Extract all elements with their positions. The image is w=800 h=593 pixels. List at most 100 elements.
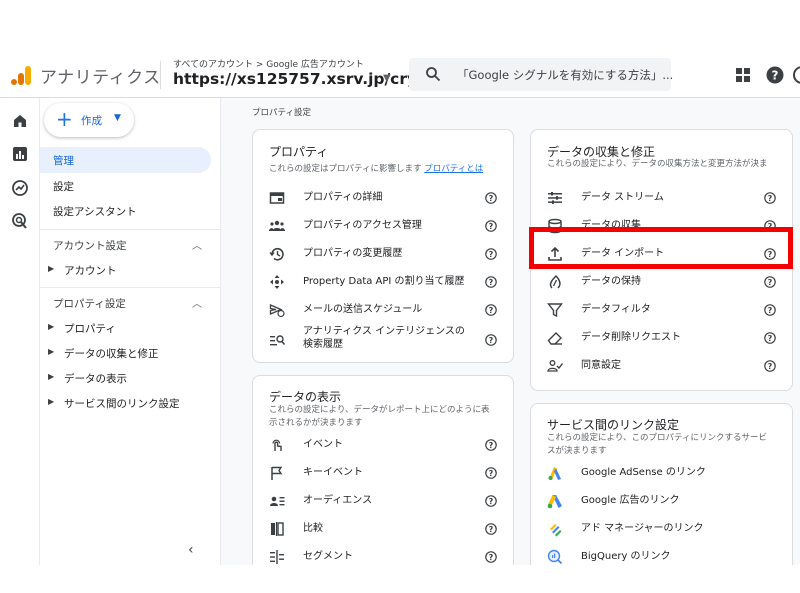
collapse-sidebar-icon[interactable]: ‹: [188, 542, 194, 558]
svg-text:?: ?: [489, 336, 494, 345]
sidebar-item-data-display[interactable]: ▶ データの表示: [40, 368, 221, 390]
intelligence-search-history-row[interactable]: アナリティクス インテリジェンスの 検索履歴 ?: [253, 324, 513, 356]
search-icon: [425, 66, 441, 82]
sidebar-item-product-links[interactable]: ▶ サービス間のリンク設定: [40, 393, 221, 415]
svg-text:?: ?: [489, 469, 494, 478]
eraser-icon: [547, 330, 563, 346]
help-icon[interactable]: ?: [485, 439, 497, 451]
scheduled-send-icon: [269, 302, 285, 318]
property-selector[interactable]: https://xs125757.xsrv.jp/cryp...: [173, 70, 446, 88]
search-list-icon: [269, 332, 285, 348]
sidebar-item-admin[interactable]: 管理: [40, 147, 211, 173]
scheduled-emails-row[interactable]: メールの送信スケジュール ?: [253, 296, 513, 324]
help-icon[interactable]: ?: [764, 304, 776, 316]
property-access-row[interactable]: プロパティのアクセス管理 ?: [253, 212, 513, 240]
analytics-logo[interactable]: [10, 64, 32, 86]
card-description: これらの設定により、データがレポート上にどのように表 示されるかが決まります: [269, 405, 490, 428]
data-filters-row[interactable]: データフィルタ ?: [531, 296, 792, 324]
apps-grid-icon[interactable]: [733, 65, 753, 85]
data-display-card: データの表示 これらの設定により、データがレポート上にどのように表 示されるかが決…: [252, 375, 514, 565]
what-is-property-link[interactable]: プロパティとは: [424, 164, 483, 174]
bigquery-logo-icon: [547, 549, 563, 565]
help-icon[interactable]: ?: [485, 551, 497, 563]
sidebar-item-setup-assistant[interactable]: 設定アシスタント: [40, 198, 211, 224]
more-icon[interactable]: [792, 65, 800, 85]
home-icon[interactable]: [11, 112, 29, 130]
segments-row[interactable]: セグメント ?: [253, 543, 513, 565]
sidebar-item-data-collection[interactable]: ▶ データの収集と修正: [40, 343, 221, 365]
help-icon[interactable]: ?: [764, 276, 776, 288]
card-title: サービス間のリンク設定: [547, 418, 680, 432]
property-details-icon: [269, 190, 285, 206]
audience-icon: [269, 493, 285, 509]
filter-icon: [547, 302, 563, 318]
card-description: これらの設定により、データの収集方法と変更方法が決ま: [547, 159, 768, 169]
group-icon: [269, 218, 285, 234]
highlight-box: [529, 227, 793, 269]
change-history-row[interactable]: プロパティの変更履歴 ?: [253, 240, 513, 268]
help-icon[interactable]: ?: [764, 192, 776, 204]
adsense-links-row[interactable]: Google AdSense のリンク: [531, 459, 792, 487]
svg-text:?: ?: [489, 553, 494, 562]
svg-text:?: ?: [489, 497, 494, 506]
advertising-icon[interactable]: [11, 212, 29, 230]
ad-manager-logo-icon: [547, 521, 563, 537]
data-retention-row[interactable]: データの保持 ?: [531, 268, 792, 296]
help-icon[interactable]: ?: [485, 523, 497, 535]
google-ads-links-row[interactable]: Google 広告のリンク: [531, 487, 792, 515]
expand-arrow-icon: ▶: [48, 397, 55, 406]
plus-icon: +: [56, 107, 73, 131]
consent-settings-row[interactable]: 同意設定 ?: [531, 352, 792, 380]
retention-icon: [547, 274, 563, 290]
touch-icon: [269, 437, 285, 453]
data-streams-row[interactable]: データ ストリーム ?: [531, 184, 792, 212]
sidebar-item-property[interactable]: ▶ プロパティ: [40, 318, 221, 340]
create-button[interactable]: + 作成 ▼: [44, 103, 134, 137]
help-icon[interactable]: ?: [485, 495, 497, 507]
sidebar-item-settings[interactable]: 設定: [40, 173, 211, 199]
help-icon[interactable]: ?: [485, 220, 497, 232]
segment-icon: [269, 549, 285, 565]
data-deletion-requests-row[interactable]: データ削除リクエスト ?: [531, 324, 792, 352]
explore-icon[interactable]: [11, 179, 29, 197]
help-icon[interactable]: ?: [485, 248, 497, 260]
reports-icon[interactable]: [11, 145, 29, 163]
account-settings-header[interactable]: アカウント設定 ︿: [40, 229, 221, 257]
sidebar-item-account[interactable]: ▶ アカウント: [40, 260, 221, 282]
create-label: 作成: [81, 115, 102, 127]
help-icon[interactable]: ?: [485, 276, 497, 288]
card-description: これらの設定により、このプロパティにリンクするサービ スが決まります: [547, 433, 767, 456]
divider: [160, 61, 161, 89]
svg-text:?: ?: [768, 334, 773, 343]
search-bar[interactable]: 「Google シグナルを有効にする方法」...: [409, 58, 673, 91]
card-description: これらの設定はプロパティに影響します プロパティとは: [269, 164, 484, 174]
property-card: プロパティ これらの設定はプロパティに影響します プロパティとは プロパティの詳…: [252, 129, 514, 363]
help-icon[interactable]: ?: [485, 334, 497, 346]
svg-text:?: ?: [768, 306, 773, 315]
help-icon[interactable]: ?: [765, 65, 785, 85]
ad-manager-links-row[interactable]: アド マネージャーのリンク: [531, 515, 792, 543]
chevron-down-icon[interactable]: ▼: [383, 73, 391, 84]
property-details-row[interactable]: プロパティの詳細 ?: [253, 184, 513, 212]
card-title: データの表示: [269, 390, 342, 404]
app-title: アナリティクス: [40, 68, 161, 88]
audiences-row[interactable]: オーディエンス ?: [253, 487, 513, 515]
data-stream-icon: [547, 190, 563, 206]
comparisons-row[interactable]: 比較 ?: [253, 515, 513, 543]
help-icon[interactable]: ?: [485, 304, 497, 316]
help-icon[interactable]: ?: [764, 360, 776, 372]
svg-text:?: ?: [489, 194, 494, 203]
expand-arrow-icon: ▶: [48, 264, 55, 273]
events-row[interactable]: イベント ?: [253, 431, 513, 459]
flag-icon: [269, 465, 285, 481]
property-settings-header[interactable]: プロパティ設定 ︿: [40, 287, 221, 315]
help-icon[interactable]: ?: [485, 192, 497, 204]
search-input[interactable]: 「Google シグナルを有効にする方法」...: [457, 67, 673, 83]
help-icon[interactable]: ?: [485, 467, 497, 479]
help-icon[interactable]: ?: [764, 332, 776, 344]
key-events-row[interactable]: キーイベント ?: [253, 459, 513, 487]
data-api-quota-row[interactable]: Property Data API の割り当て履歴 ?: [253, 268, 513, 296]
bigquery-links-row[interactable]: BigQuery のリンク: [531, 543, 792, 565]
account-breadcrumb[interactable]: すべてのアカウント > Google 広告アカウント: [173, 57, 364, 70]
svg-text:?: ?: [772, 69, 779, 83]
